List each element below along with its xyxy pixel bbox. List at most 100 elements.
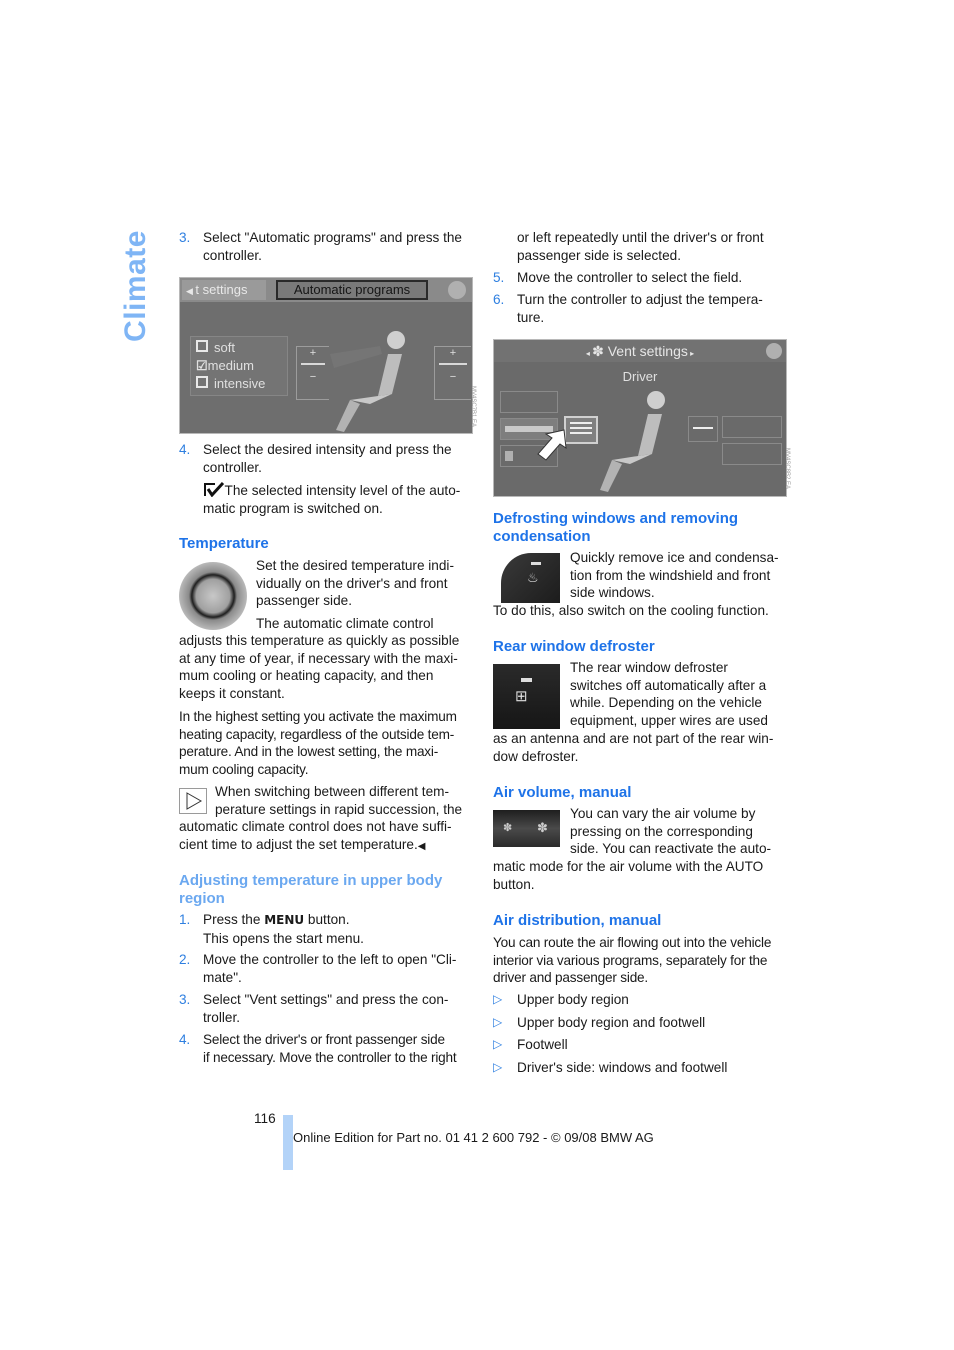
image-code: MV4SC8B2.EA bbox=[784, 448, 790, 490]
text-line: To do this, also switch on the cooling f… bbox=[493, 603, 769, 618]
right-column: or left repeatedly until the driver's or… bbox=[493, 0, 790, 1100]
step-text: This opens the start menu. bbox=[203, 930, 364, 946]
heading-line: condensation bbox=[493, 527, 591, 545]
text-line: mum cooling or heating capacity, and the… bbox=[179, 668, 434, 684]
list-item: ▷ Driver's side: windows and footwell bbox=[493, 1059, 785, 1082]
rear-window-defrost-icon: ⊞ bbox=[515, 688, 528, 705]
intensity-note: The selected intensity level of the auto… bbox=[203, 481, 473, 517]
upper-body-heading: Adjusting temperature in upper body regi… bbox=[179, 872, 471, 907]
list-item: ▷ Upper body region bbox=[493, 991, 785, 1014]
minus-icon: − bbox=[309, 371, 317, 383]
plus-icon: + bbox=[449, 347, 457, 359]
step-5: 5. Move the controller to select the fie… bbox=[493, 269, 785, 287]
fan-low-icon: ✽ bbox=[503, 822, 513, 834]
text-line: automatic climate control does not have … bbox=[179, 819, 452, 834]
text-line: mum cooling capacity. bbox=[179, 761, 309, 777]
driver-label: Driver bbox=[622, 369, 658, 384]
step-number: 5. bbox=[493, 270, 505, 285]
text-line: pressing on the corresponding bbox=[570, 823, 753, 839]
screen-title: Vent settings bbox=[607, 343, 688, 359]
air-volume-heading: Air volume, manual bbox=[493, 784, 632, 801]
bullet-triangle-icon: ▷ bbox=[493, 992, 503, 1006]
list-item-text: Upper body region and footwell bbox=[517, 1014, 706, 1030]
note-text-line: The selected intensity level of the auto… bbox=[224, 483, 461, 498]
step-number: 3. bbox=[179, 230, 191, 245]
text-line: heating capacity, regardless of the outs… bbox=[179, 726, 455, 742]
text-line: passenger side. bbox=[256, 593, 352, 609]
step-text: Select "Vent settings" and press the con… bbox=[203, 992, 449, 1007]
text-line: matic mode for the air volume with the A… bbox=[493, 859, 764, 874]
option-intensive: intensive bbox=[196, 375, 265, 393]
checkbox-empty-icon bbox=[196, 340, 208, 352]
fan-high-icon: ✽ bbox=[537, 820, 548, 835]
text-line: side. You can reactivate the auto- bbox=[570, 841, 772, 857]
text-line: switches off automatically after a bbox=[570, 677, 767, 693]
air-distribution-para: You can route the air flowing out into t… bbox=[493, 934, 785, 987]
note-wrap: When switching between different tem- pe… bbox=[215, 783, 473, 818]
step-number: 4. bbox=[179, 442, 191, 457]
text-line: perature. And in the lowest setting, the… bbox=[179, 744, 439, 760]
step-text-line: controller. bbox=[203, 459, 262, 475]
defrost-full: To do this, also switch on the cooling f… bbox=[493, 602, 785, 620]
checkmark-box-icon bbox=[203, 481, 225, 498]
passenger-level bbox=[688, 416, 718, 442]
step-text: mate". bbox=[203, 969, 242, 985]
step-text: Move the controller to select the field. bbox=[517, 270, 743, 285]
text-line: adjusts this temperature as quickly as p… bbox=[179, 633, 460, 648]
seat-figure-icon bbox=[600, 391, 665, 492]
windshield-defrost-button-image: ♨ bbox=[493, 553, 560, 603]
upper-step-4: 4. Select the driver's or front passenge… bbox=[179, 1031, 471, 1066]
text-line: passenger side is selected. bbox=[517, 247, 681, 263]
option-soft: soft bbox=[196, 339, 235, 357]
automatic-programs-screen: ◀ t settings Automatic programs soft ☑me… bbox=[179, 277, 473, 434]
step-text: if necessary. Move the controller to the… bbox=[203, 1049, 457, 1065]
rear-wrap: The rear window defroster switches off a… bbox=[570, 659, 785, 729]
step-text-line: Select "Automatic programs" and press th… bbox=[203, 230, 462, 245]
text-line: The rear window defroster bbox=[570, 660, 728, 675]
controller-direction-icon bbox=[766, 343, 782, 359]
air-volume-full: matic mode for the air volume with the A… bbox=[493, 858, 785, 893]
step-text: troller. bbox=[203, 1009, 241, 1025]
air-volume-button-image: ✽ ✽ bbox=[493, 810, 560, 847]
bullet-triangle-icon: ▷ bbox=[493, 1037, 503, 1051]
vent-settings-title: ◂ ✽ Vent settings ▸ bbox=[494, 342, 786, 363]
step-text: Turn the controller to adjust the temper… bbox=[517, 292, 763, 307]
text-line: keeps it constant. bbox=[179, 685, 285, 701]
text-line: while. Depending on the vehicle bbox=[570, 695, 762, 711]
upper-step-1: 1. Press the MENU button. This opens the… bbox=[179, 911, 471, 947]
list-item-text: Upper body region bbox=[517, 992, 629, 1007]
level-bar bbox=[301, 363, 325, 365]
controller-direction-icon bbox=[448, 281, 466, 299]
bullet-triangle-icon: ▷ bbox=[493, 1014, 503, 1029]
temperature-body: adjusts this temperature as quickly as p… bbox=[179, 632, 471, 702]
step-number: 4. bbox=[179, 1032, 190, 1047]
step-number: 1. bbox=[179, 912, 191, 927]
indicator-led bbox=[531, 562, 541, 565]
bullet-triangle-icon: ▷ bbox=[493, 1059, 503, 1074]
text-line: You can vary the air volume by bbox=[570, 806, 756, 821]
air-distribution-heading: Air distribution, manual bbox=[493, 912, 662, 929]
step-text: Press the bbox=[203, 912, 265, 927]
step-text: button. bbox=[304, 912, 350, 927]
air-distribution-list: ▷ Upper body region ▷ Upper body region an… bbox=[493, 991, 785, 1081]
end-mark-icon: ◀ bbox=[417, 840, 426, 852]
checkbox-empty-icon bbox=[196, 376, 208, 388]
text-line: In the highest setting you activate the … bbox=[179, 709, 457, 724]
step-text-line: controller. bbox=[203, 247, 262, 263]
option-medium: ☑medium bbox=[196, 357, 254, 375]
vent-slot bbox=[500, 391, 558, 413]
minus-icon: − bbox=[449, 371, 457, 383]
text-line: or left repeatedly until the driver's or… bbox=[517, 230, 764, 245]
step-number: 6. bbox=[493, 292, 505, 307]
text-line: vidually on the driver's and front bbox=[256, 575, 448, 591]
text-line: dow defroster. bbox=[493, 748, 579, 764]
indicator-led bbox=[521, 678, 532, 682]
checkbox-checked-icon: ☑ bbox=[196, 358, 208, 373]
vent-slot bbox=[722, 416, 782, 438]
chapter-side-tab: Climate bbox=[116, 226, 156, 346]
step-text-line: Select the desired intensity and press t… bbox=[203, 442, 452, 457]
rear-full: as an antenna and are not part of the re… bbox=[493, 730, 785, 765]
step-number: 2. bbox=[179, 952, 191, 967]
step-3-automatic-programs: 3. Select "Automatic programs" and press… bbox=[179, 229, 471, 264]
text-line: button. bbox=[493, 876, 535, 892]
